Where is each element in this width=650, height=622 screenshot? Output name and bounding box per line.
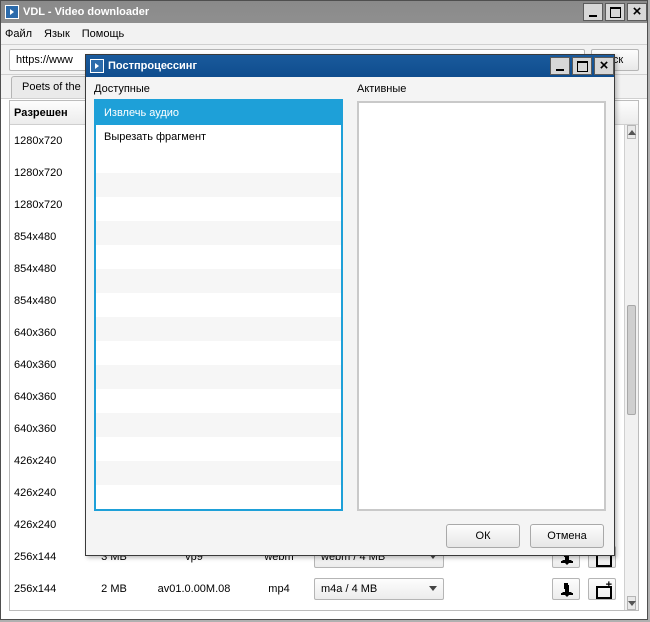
add-to-queue-button[interactable] — [588, 578, 616, 600]
menu-help[interactable]: Помощь — [82, 28, 125, 40]
cell-resolution: 426x240 — [14, 487, 84, 499]
col-resolution: Разрешен — [14, 107, 68, 119]
postprocessing-dialog: Постпроцессинг Доступные Извлечь аудиоВы… — [85, 54, 615, 556]
cell-resolution: 640x360 — [14, 327, 84, 339]
dialog-title: Постпроцессинг — [108, 60, 548, 72]
cancel-button[interactable]: Отмена — [530, 524, 604, 548]
menubar: Файл Язык Помощь — [1, 23, 647, 45]
chevron-down-icon — [429, 586, 437, 591]
download-icon — [561, 593, 573, 595]
main-close-button[interactable] — [627, 3, 647, 21]
table-row[interactable]: 256x1442 MBav01.0.00M.08mp4 m4a / 4 MB — [10, 573, 624, 605]
cell-resolution: 854x480 — [14, 263, 84, 275]
download-button[interactable] — [552, 578, 580, 600]
dialog-icon — [90, 59, 104, 73]
cell-resolution: 1280x720 — [14, 167, 84, 179]
cell-resolution: 426x240 — [14, 519, 84, 531]
available-column: Доступные Извлечь аудиоВырезать фрагмент — [94, 83, 343, 511]
grid-scrollbar[interactable] — [624, 125, 638, 610]
scroll-down-button[interactable] — [627, 596, 636, 610]
cell-resolution: 1280x720 — [14, 199, 84, 211]
cell-resolution: 256x144 — [14, 551, 84, 563]
active-column: Активные — [357, 83, 606, 511]
dialog-minimize-button[interactable] — [550, 57, 570, 75]
cell-resolution: 426x240 — [14, 455, 84, 467]
cell-resolution: 854x480 — [14, 295, 84, 307]
cell-resolution: 1280x720 — [14, 135, 84, 147]
available-label: Доступные — [94, 83, 343, 99]
active-label: Активные — [357, 83, 606, 101]
main-minimize-button[interactable] — [583, 3, 603, 21]
cell-resolution: 256x144 — [14, 583, 84, 595]
download-icon — [561, 561, 573, 563]
format-combo[interactable]: m4a / 4 MB — [314, 578, 444, 600]
active-list[interactable] — [357, 101, 606, 511]
main-title: VDL - Video downloader — [23, 6, 581, 18]
list-item[interactable]: Извлечь аудио — [96, 101, 341, 125]
cell-ext: mp4 — [244, 583, 314, 595]
available-list[interactable]: Извлечь аудиоВырезать фрагмент — [94, 99, 343, 511]
ok-button[interactable]: ОК — [446, 524, 520, 548]
dialog-maximize-button[interactable] — [572, 57, 592, 75]
dialog-titlebar[interactable]: Постпроцессинг — [86, 55, 614, 77]
main-titlebar[interactable]: VDL - Video downloader — [1, 1, 647, 23]
cell-size: 2 MB — [84, 583, 144, 595]
cell-resolution: 640x360 — [14, 423, 84, 435]
cell-resolution: 640x360 — [14, 359, 84, 371]
format-combo-label: m4a / 4 MB — [321, 583, 377, 595]
list-item[interactable]: Вырезать фрагмент — [96, 125, 341, 149]
menu-file[interactable]: Файл — [5, 28, 32, 40]
app-icon — [5, 5, 19, 19]
scroll-thumb[interactable] — [627, 305, 636, 415]
scroll-up-button[interactable] — [627, 125, 636, 139]
menu-lang[interactable]: Язык — [44, 28, 70, 40]
tab-video[interactable]: Poets of the — [11, 76, 92, 98]
cell-resolution: 854x480 — [14, 231, 84, 243]
cell-codec: av01.0.00M.08 — [144, 583, 244, 595]
cell-resolution: 640x360 — [14, 391, 84, 403]
dialog-close-button[interactable] — [594, 57, 614, 75]
main-maximize-button[interactable] — [605, 3, 625, 21]
dialog-footer: ОК Отмена — [86, 517, 614, 555]
